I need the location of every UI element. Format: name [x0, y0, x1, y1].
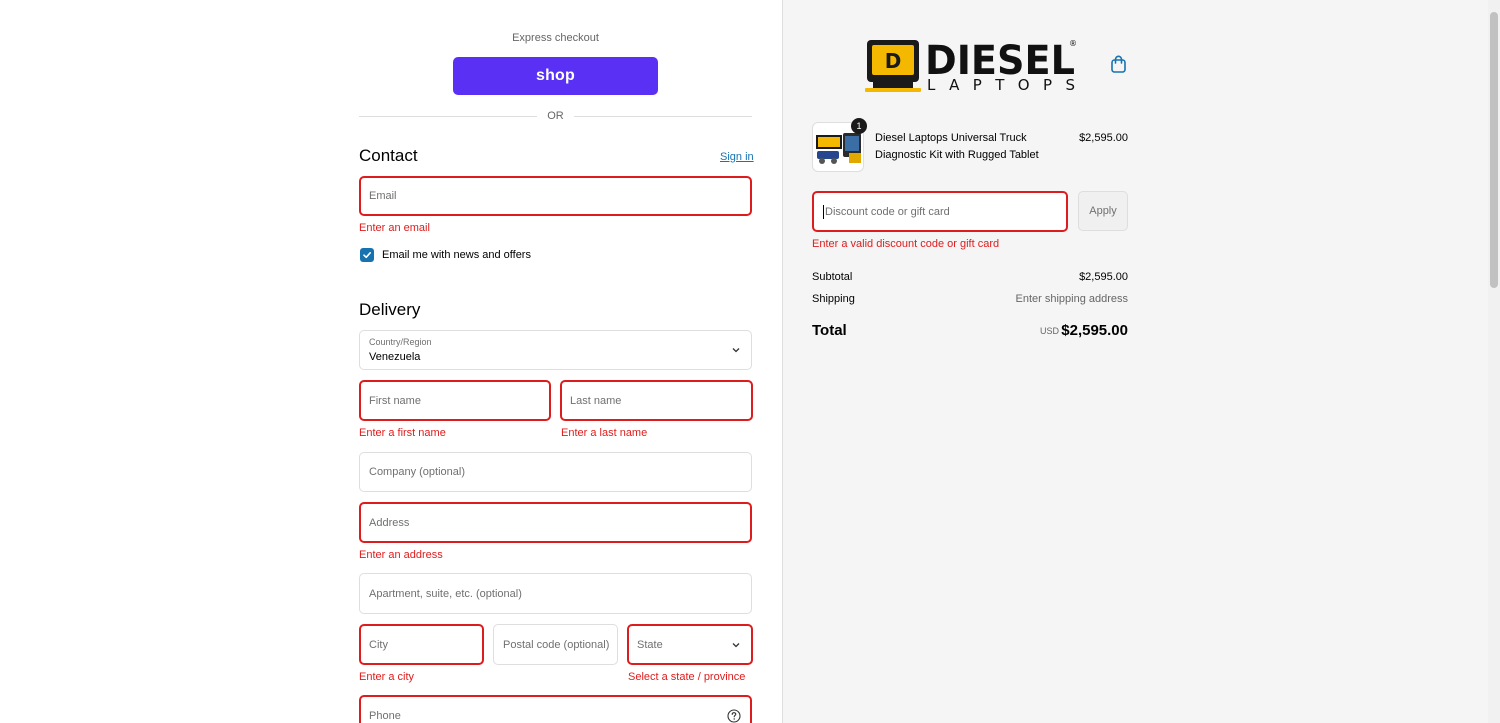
postal-code-placeholder: Postal code (optional) — [503, 638, 610, 651]
last-name-error: Enter a last name — [561, 427, 648, 439]
company-field[interactable]: Company (optional) — [359, 452, 752, 492]
diesel-laptops-logo[interactable]: D DIESEL ® LAPTOPS — [863, 36, 1079, 94]
help-question-icon[interactable] — [727, 708, 741, 723]
apply-label: Apply — [1089, 205, 1117, 217]
city-placeholder: City — [369, 638, 388, 651]
sign-in-link[interactable]: Sign in — [720, 151, 754, 163]
scrollbar-thumb[interactable] — [1490, 12, 1498, 288]
total-currency: USD — [1039, 326, 1059, 336]
city-field[interactable]: City — [359, 624, 484, 665]
apartment-field[interactable]: Apartment, suite, etc. (optional) — [359, 573, 752, 614]
company-placeholder: Company (optional) — [369, 466, 465, 478]
quantity-badge: 1 — [851, 118, 867, 134]
order-summary-panel — [782, 0, 1500, 723]
last-name-field[interactable]: Last name — [560, 380, 753, 421]
logo-mark-letter: D — [885, 49, 902, 73]
discount-placeholder: Discount code or gift card — [825, 205, 950, 218]
address-error: Enter an address — [359, 549, 443, 561]
shipping-value: Enter shipping address — [1015, 293, 1128, 305]
page-scrollbar[interactable] — [1488, 0, 1500, 723]
apartment-placeholder: Apartment, suite, etc. (optional) — [369, 587, 522, 600]
city-error: Enter a city — [359, 671, 415, 683]
address-field[interactable]: Address — [359, 502, 752, 543]
state-error: Select a state / province — [628, 671, 746, 683]
state-placeholder: State — [637, 638, 663, 651]
first-name-error: Enter a first name — [359, 427, 446, 439]
checkmark-icon — [363, 252, 371, 259]
product-name: Diesel Laptops Universal Truck Diagnosti… — [875, 132, 1039, 161]
shopping-bag-icon[interactable] — [1110, 55, 1127, 73]
postal-code-field[interactable]: Postal code (optional) — [493, 624, 618, 665]
chevron-down-icon — [732, 642, 740, 647]
shop-pay-button[interactable]: shop — [453, 57, 658, 95]
or-divider: OR — [359, 110, 752, 124]
phone-placeholder: Phone — [369, 709, 401, 722]
total-value: $2,595.00 — [1061, 322, 1128, 339]
country-value: Venezuela — [369, 351, 421, 363]
divider-line-right — [574, 116, 752, 117]
discount-error: Enter a valid discount code or gift card — [812, 238, 1000, 250]
email-placeholder: Email — [369, 190, 397, 202]
delivery-heading: Delivery — [359, 300, 421, 319]
chevron-down-icon — [732, 348, 740, 353]
last-name-placeholder: Last name — [570, 394, 622, 407]
express-checkout-title: Express checkout — [512, 32, 599, 44]
state-select[interactable]: State — [627, 624, 753, 665]
subtotal-value: $2,595.00 — [1079, 271, 1128, 283]
logo-registered-mark: ® — [1069, 39, 1077, 48]
contact-heading: Contact — [359, 146, 418, 165]
email-field[interactable]: Email — [359, 176, 752, 216]
shop-pay-label: shop — [535, 67, 576, 84]
address-placeholder: Address — [369, 516, 410, 529]
shipping-label: Shipping — [812, 293, 855, 305]
first-name-field[interactable]: First name — [359, 380, 551, 421]
email-error: Enter an email — [359, 222, 430, 234]
country-select[interactable]: Country/Region Venezuela — [359, 330, 752, 370]
total-label: Total — [812, 322, 847, 339]
apply-discount-button[interactable]: Apply — [1078, 191, 1128, 231]
newsletter-checkbox[interactable] — [360, 248, 374, 262]
newsletter-label: Email me with news and offers — [382, 249, 531, 261]
first-name-placeholder: First name — [369, 394, 421, 407]
phone-field[interactable]: Phone — [359, 695, 752, 723]
checkout-form-panel: Express checkout shop OR Contact Sign in… — [0, 0, 782, 723]
subtotal-label: Subtotal — [812, 271, 853, 283]
text-cursor — [823, 205, 824, 219]
discount-code-field[interactable]: Discount code or gift card — [812, 191, 1068, 232]
product-price: $2,595.00 — [1079, 132, 1128, 144]
country-label: Country/Region — [369, 337, 432, 347]
